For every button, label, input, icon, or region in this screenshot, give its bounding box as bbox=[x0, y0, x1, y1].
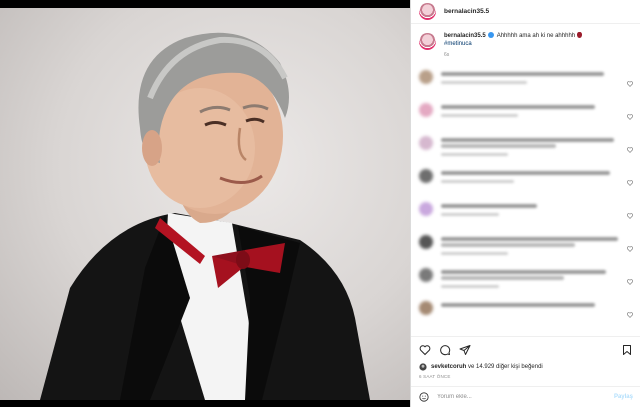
heart-icon[interactable] bbox=[627, 272, 633, 285]
verified-icon bbox=[488, 32, 495, 38]
comment-row bbox=[411, 132, 640, 165]
comment-avatar[interactable] bbox=[419, 301, 433, 315]
heart-icon[interactable] bbox=[627, 206, 633, 219]
share-send-icon[interactable] bbox=[459, 344, 471, 356]
comment-composer: Paylaş bbox=[411, 386, 640, 407]
like-heart-icon[interactable] bbox=[419, 344, 431, 356]
caption-text: Ahhhhh ama ah ki ne ahhhhh bbox=[496, 33, 576, 39]
comment-text-blurred bbox=[441, 202, 633, 231]
caption-username[interactable]: bernalacin35.5 bbox=[444, 33, 486, 39]
caption-avatar[interactable] bbox=[419, 33, 436, 50]
heart-icon[interactable] bbox=[627, 74, 633, 87]
caption-hashtag[interactable]: #metinuca bbox=[444, 41, 472, 47]
comment-row bbox=[411, 165, 640, 198]
caption: bernalacin35.5 Ahhhhh ama ah ki ne ahhhh… bbox=[411, 24, 640, 63]
author-avatar[interactable] bbox=[419, 3, 436, 20]
portrait-illustration bbox=[40, 32, 370, 400]
comment-row bbox=[411, 264, 640, 297]
author-username[interactable]: bernalacin35.5 bbox=[444, 8, 489, 15]
comments-list[interactable] bbox=[411, 66, 640, 336]
post-photo bbox=[0, 8, 410, 400]
comment-row bbox=[411, 66, 640, 99]
comment-input[interactable] bbox=[437, 394, 614, 400]
heart-icon[interactable] bbox=[627, 239, 633, 252]
comment-avatar[interactable] bbox=[419, 169, 433, 183]
comment-text-blurred bbox=[441, 268, 633, 297]
comment-text-blurred bbox=[441, 136, 633, 165]
caption-body: bernalacin35.5 Ahhhhh ama ah ki ne ahhhh… bbox=[444, 32, 582, 59]
heart-icon[interactable] bbox=[627, 140, 633, 153]
comment-row bbox=[411, 198, 640, 231]
heart-icon[interactable] bbox=[627, 107, 633, 120]
post-actions: sevketcoruh ve 14.929 diğer kişi beğendi… bbox=[411, 336, 640, 386]
liked-by-rest[interactable]: ve 14.929 diğer kişi beğendi bbox=[468, 364, 543, 370]
comment-avatar[interactable] bbox=[419, 70, 433, 84]
post-comment-button[interactable]: Paylaş bbox=[614, 394, 633, 400]
comment-text-blurred bbox=[441, 103, 633, 132]
likes-summary: sevketcoruh ve 14.929 diğer kişi beğendi bbox=[419, 363, 633, 371]
comment-avatar[interactable] bbox=[419, 103, 433, 117]
post-details-panel: bernalacin35.5 bernalacin35.5 Ahhhhh ama… bbox=[410, 0, 640, 407]
heart-icon[interactable] bbox=[627, 305, 633, 318]
comment-avatar[interactable] bbox=[419, 235, 433, 249]
comment-avatar[interactable] bbox=[419, 268, 433, 282]
caption-time: 6s bbox=[444, 52, 450, 58]
comment-text-blurred bbox=[441, 235, 633, 264]
comment-text-blurred bbox=[441, 70, 633, 99]
comment-text-blurred bbox=[441, 169, 633, 198]
comment-text-blurred bbox=[441, 301, 633, 330]
liker-avatar[interactable] bbox=[419, 363, 427, 371]
post-header: bernalacin35.5 bbox=[411, 0, 640, 24]
emoji-smile-icon[interactable] bbox=[419, 392, 429, 402]
comment-row bbox=[411, 231, 640, 264]
comment-row bbox=[411, 99, 640, 132]
liked-by-username[interactable]: sevketcoruh bbox=[431, 364, 466, 370]
rose-emoji-icon bbox=[576, 32, 582, 38]
comment-avatar[interactable] bbox=[419, 136, 433, 150]
post-time-ago: 6 SAAT ÖNCE bbox=[419, 374, 451, 379]
comment-row bbox=[411, 297, 640, 330]
heart-icon[interactable] bbox=[627, 173, 633, 186]
comment-avatar[interactable] bbox=[419, 202, 433, 216]
instagram-post-viewer: bernalacin35.5 bernalacin35.5 Ahhhhh ama… bbox=[0, 0, 640, 407]
save-bookmark-icon[interactable] bbox=[621, 344, 633, 356]
comment-bubble-icon[interactable] bbox=[439, 344, 451, 356]
